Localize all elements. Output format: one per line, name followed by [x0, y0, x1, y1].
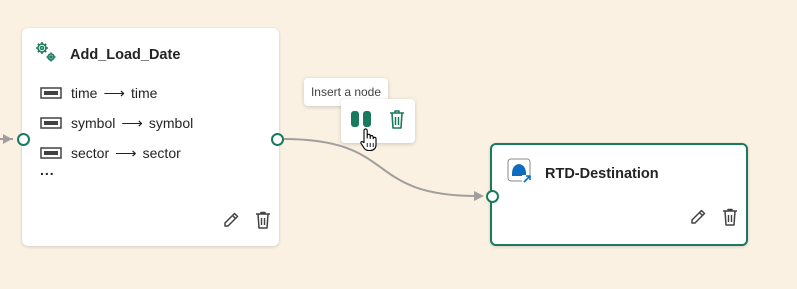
field-target-name: time — [130, 85, 158, 101]
edit-button[interactable] — [688, 208, 708, 230]
incoming-edge-arrowhead — [3, 134, 12, 144]
node-title: RTD-Destination — [545, 165, 659, 182]
delete-button[interactable] — [720, 208, 740, 230]
column-icon — [40, 146, 62, 160]
node-actions — [221, 211, 273, 233]
mapping-arrow: ⟶ — [115, 145, 137, 162]
column-icon — [40, 86, 62, 100]
edit-button[interactable] — [221, 211, 241, 233]
connection-edge-arrowhead — [474, 191, 484, 201]
field-source-name: symbol — [71, 115, 116, 131]
eventhouse-destination-icon — [507, 158, 533, 189]
hand-pointer-cursor-icon — [359, 127, 377, 158]
trash-icon — [721, 207, 739, 232]
destination-input-port[interactable] — [486, 190, 499, 203]
node-title: Add_Load_Date — [70, 46, 181, 63]
trash-icon — [388, 108, 406, 135]
delete-button[interactable] — [253, 211, 273, 233]
field-mapping-row: symbol ⟶ symbol — [40, 108, 193, 138]
field-source-name: time — [71, 85, 98, 101]
trash-icon — [254, 210, 272, 235]
mapping-arrow: ⟶ — [103, 85, 125, 102]
pencil-icon — [688, 207, 708, 232]
gear-cluster-icon — [34, 40, 58, 69]
field-mapping-row: time ⟶ time — [40, 78, 193, 108]
source-input-port[interactable] — [17, 133, 30, 146]
node-actions — [688, 208, 740, 230]
delete-edge-button[interactable] — [385, 109, 409, 133]
node-header: Add_Load_Date — [34, 40, 180, 69]
destination-node-rtd[interactable]: RTD-Destination — [490, 143, 748, 246]
pencil-icon — [221, 210, 241, 235]
column-icon — [40, 116, 62, 130]
node-header: RTD-Destination — [507, 158, 659, 189]
more-fields-ellipsis[interactable]: ... — [40, 162, 193, 178]
mapping-arrow: ⟶ — [121, 115, 143, 132]
field-target-name: symbol — [148, 115, 194, 131]
connection-edge[interactable] — [282, 138, 479, 197]
transform-node-add-load-date[interactable]: Add_Load_Date time ⟶ time symbol ⟶ symbo… — [22, 28, 279, 246]
edge-toolbar — [341, 99, 415, 143]
field-source-name: sector — [71, 145, 110, 161]
field-mapping-list: time ⟶ time symbol ⟶ symbol sector ⟶ sec… — [40, 78, 193, 178]
field-target-name: sector — [142, 145, 181, 161]
source-output-port[interactable] — [271, 133, 284, 146]
